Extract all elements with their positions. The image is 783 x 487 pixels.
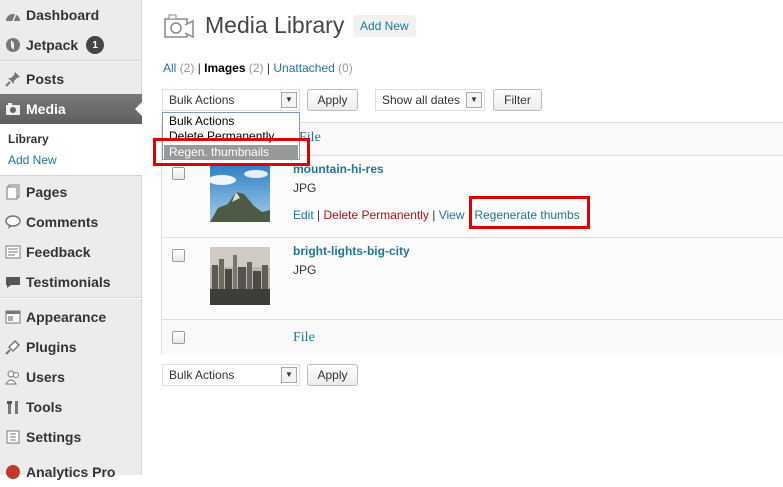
feedback-icon <box>4 244 22 260</box>
menu-label: Appearance <box>26 309 107 325</box>
menu-separator <box>0 298 142 299</box>
menu-analytics-pro[interactable]: Analytics Pro <box>0 457 142 487</box>
filter-unattached[interactable]: Unattached <box>273 61 334 75</box>
row-checkbox[interactable] <box>172 249 185 262</box>
menu-posts[interactable]: Posts <box>0 64 142 94</box>
bulk-actions-select-top[interactable]: Bulk Actions ▼ <box>162 89 300 111</box>
row-checkbox[interactable] <box>172 167 185 180</box>
filter-all[interactable]: All <box>163 61 176 75</box>
menu-feedback[interactable]: Feedback <box>0 237 142 267</box>
users-icon <box>4 369 22 385</box>
menu-comments[interactable]: Comments <box>0 207 142 237</box>
chevron-down-icon: ▼ <box>281 367 297 383</box>
action-separator: | <box>317 208 321 222</box>
jetpack-icon <box>4 37 22 53</box>
edit-link[interactable]: Edit <box>293 208 314 222</box>
menu-label: Tools <box>26 399 63 415</box>
bulk-actions-select-bottom[interactable]: Bulk Actions ▼ <box>162 364 300 386</box>
action-separator: | <box>432 208 436 222</box>
submenu-add-new[interactable]: Add New <box>8 153 57 167</box>
regen-option-highlight <box>153 138 310 166</box>
menu-label: Jetpack <box>26 37 79 53</box>
chevron-down-icon: ▼ <box>466 92 482 108</box>
select-all-checkbox[interactable] <box>172 331 185 344</box>
filter-images[interactable]: Images <box>204 61 245 75</box>
menu-plugins[interactable]: Plugins <box>0 332 142 362</box>
pin-icon <box>4 71 22 87</box>
thumbnail-city[interactable] <box>210 247 270 305</box>
media-title-link[interactable]: bright-lights-big-city <box>293 244 410 258</box>
menu-label: Plugins <box>26 339 77 355</box>
regenerate-thumbs-highlight <box>469 196 590 229</box>
filter-separator: | <box>266 61 271 75</box>
media-type: JPG <box>293 263 317 277</box>
menu-label: Testimonials <box>26 274 111 290</box>
filter-unattached-count: (0) <box>338 61 353 75</box>
update-count-badge: 1 <box>86 36 105 54</box>
menu-label: Dashboard <box>26 7 100 23</box>
admin-sidebar: Dashboard Jetpack 1 Posts Media Library … <box>0 0 143 480</box>
apply-button-top[interactable]: Apply <box>307 89 358 111</box>
menu-tools[interactable]: Tools <box>0 392 142 422</box>
dropdown-option-bulk-actions[interactable]: Bulk Actions <box>169 114 234 128</box>
menu-media[interactable]: Media <box>0 94 143 124</box>
page-title: Media Library <box>205 12 345 38</box>
table-footer: File <box>162 319 783 355</box>
media-type-filters: All (2) | Images (2) | Unattached (0) <box>163 61 353 75</box>
appearance-icon <box>4 309 22 325</box>
current-menu-arrow <box>135 101 143 117</box>
menu-pages[interactable]: Pages <box>0 177 142 207</box>
menu-label: Feedback <box>26 244 91 260</box>
dashboard-icon <box>4 7 22 23</box>
menu-users[interactable]: Users <box>0 362 142 392</box>
media-library-icon <box>163 11 195 43</box>
analytics-icon <box>4 464 22 480</box>
menu-label: Media <box>26 101 66 117</box>
filter-all-count: (2) <box>179 61 195 75</box>
comment-icon <box>4 214 22 230</box>
plug-icon <box>4 339 22 355</box>
tools-icon <box>4 399 22 415</box>
date-filter-select[interactable]: Show all dates ▼ <box>375 89 485 111</box>
menu-dashboard[interactable]: Dashboard <box>0 0 142 30</box>
date-filter-value: Show all dates <box>382 93 461 107</box>
menu-label: Posts <box>26 71 65 87</box>
menu-separator <box>0 61 142 62</box>
view-link[interactable]: View <box>439 208 465 222</box>
add-new-button[interactable]: Add New <box>353 15 416 37</box>
filter-button[interactable]: Filter <box>493 89 542 111</box>
submenu-library[interactable]: Library <box>8 132 49 146</box>
pages-icon <box>4 184 22 200</box>
menu-appearance[interactable]: Appearance <box>0 302 142 332</box>
file-column-footer[interactable]: File <box>293 330 315 346</box>
chevron-down-icon: ▼ <box>281 92 297 108</box>
menu-label: Comments <box>26 214 99 230</box>
apply-button-bottom[interactable]: Apply <box>307 364 358 386</box>
filter-images-count: (2) <box>248 61 264 75</box>
menu-testimonials[interactable]: Testimonials <box>0 267 142 297</box>
delete-permanently-link[interactable]: Delete Permanently <box>324 208 429 222</box>
filter-separator: | <box>197 61 201 75</box>
thumbnail-mountain[interactable] <box>208 164 270 222</box>
bulk-actions-value: Bulk Actions <box>169 93 235 107</box>
table-row: bright-lights-big-city JPG <box>162 237 783 319</box>
menu-settings[interactable]: Settings <box>0 422 142 452</box>
menu-label: Analytics Pro <box>26 464 116 480</box>
media-type: JPG <box>293 181 317 195</box>
menu-label: Users <box>26 369 65 385</box>
bulk-actions-value: Bulk Actions <box>169 368 235 382</box>
media-submenu: Library Add New <box>0 124 142 176</box>
camera-icon <box>4 101 22 117</box>
settings-icon <box>4 429 22 445</box>
testimonials-icon <box>4 274 22 290</box>
menu-label: Settings <box>26 429 82 445</box>
menu-label: Pages <box>26 184 68 200</box>
menu-jetpack[interactable]: Jetpack 1 <box>0 30 142 60</box>
